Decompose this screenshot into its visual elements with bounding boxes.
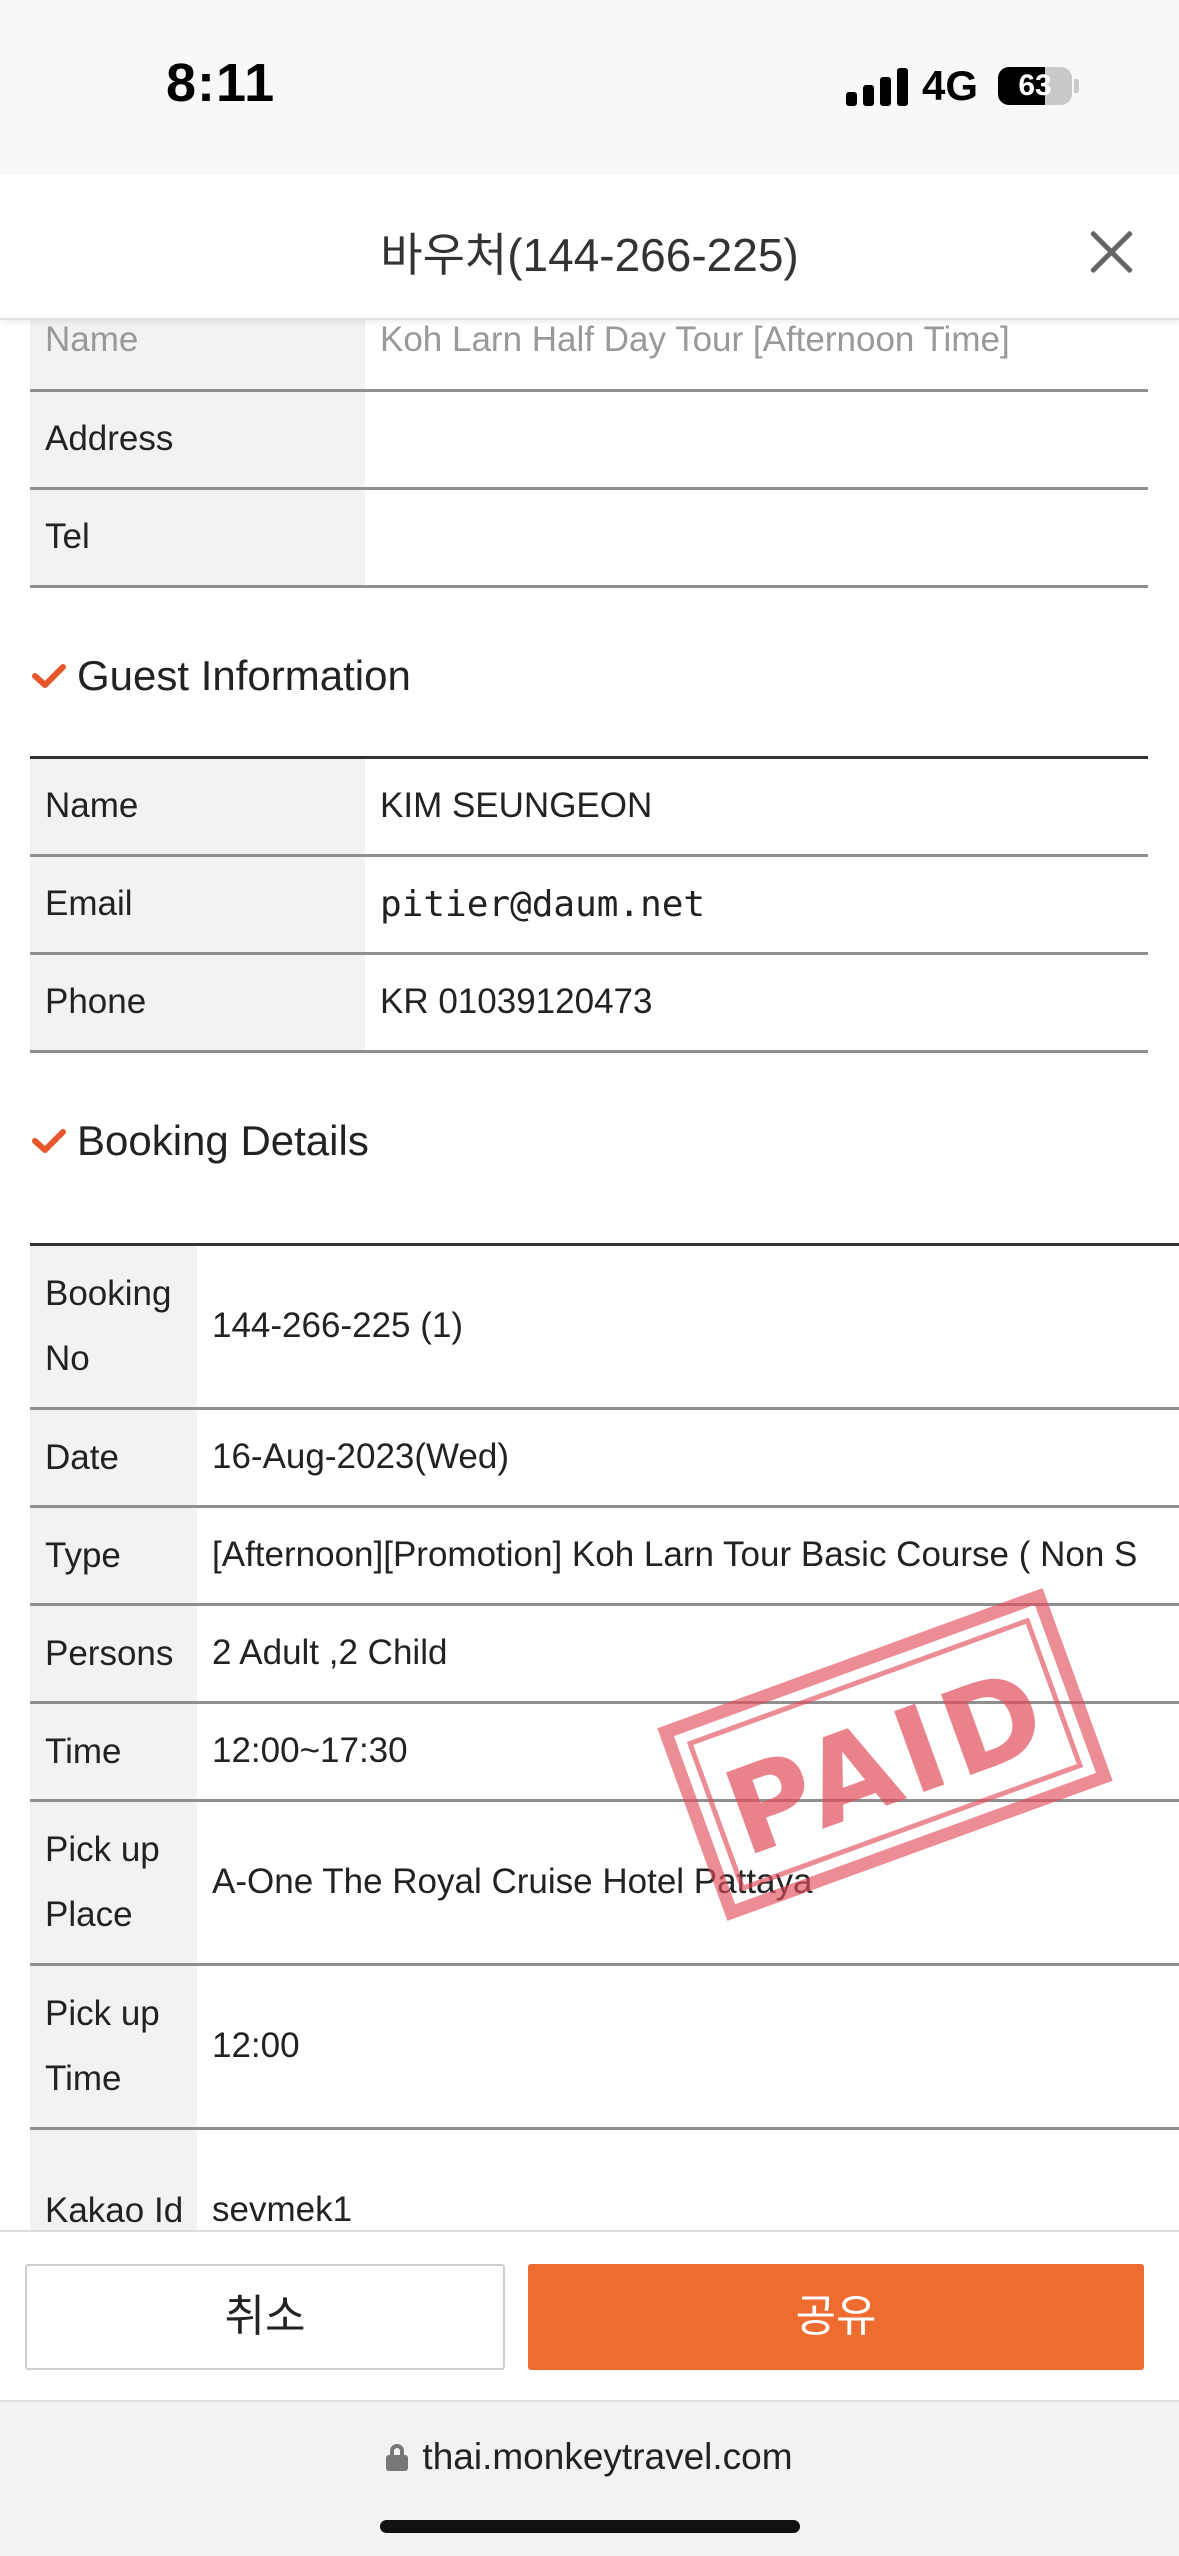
row-value: 12:00 — [197, 1964, 1179, 2130]
table-row: Date 16-Aug-2023(Wed) — [30, 1408, 1179, 1508]
table-row: Name KIM SEUNGEON — [30, 757, 1148, 857]
network-label: 4G — [922, 62, 979, 109]
booking-details-heading: Booking Details — [30, 1053, 1179, 1243]
row-value — [365, 488, 1148, 588]
modal-header: 바우처(144-266-225) — [0, 175, 1179, 320]
guest-info-heading: Guest Information — [30, 588, 1179, 756]
table-row: Pick up Time 12:00 — [30, 1964, 1179, 2130]
battery-icon: 63 — [998, 67, 1079, 105]
row-value: KIM SEUNGEON — [365, 757, 1148, 857]
table-row: Phone KR 01039120473 — [30, 953, 1148, 1053]
row-label: Pick up Place — [30, 1800, 197, 1966]
check-icon — [32, 1128, 66, 1153]
row-label: Kakao Id — [30, 2128, 197, 2230]
row-label: Booking No — [30, 1244, 197, 1410]
row-label: Pick up Time — [30, 1964, 197, 2130]
row-label: Name — [30, 320, 365, 392]
row-value: sevmek1 — [197, 2128, 1179, 2230]
table-row: Kakao Id sevmek1 — [30, 2128, 1179, 2230]
section-title: Booking Details — [77, 1116, 369, 1164]
table-row: Name Koh Larn Half Day Tour [Afternoon T… — [30, 320, 1148, 392]
row-label: Type — [30, 1506, 197, 1606]
row-label: Persons — [30, 1604, 197, 1704]
row-value: A-One The Royal Cruise Hotel Pattaya — [197, 1800, 1179, 1966]
close-icon[interactable] — [1082, 222, 1142, 282]
signal-icon — [846, 66, 908, 106]
table-row: Pick up Place A-One The Royal Cruise Hot… — [30, 1800, 1179, 1966]
table-row: Tel — [30, 488, 1148, 588]
lock-icon — [386, 2444, 409, 2471]
section-title: Guest Information — [77, 651, 411, 699]
table-row: Booking No 144-266-225 (1) — [30, 1244, 1179, 1410]
row-value — [365, 390, 1148, 490]
share-button[interactable]: 공유 — [528, 2264, 1144, 2370]
row-value: Koh Larn Half Day Tour [Afternoon Time] — [365, 320, 1148, 392]
row-value: 144-266-225 (1) — [197, 1244, 1179, 1410]
row-label: Date — [30, 1408, 197, 1508]
url-text: thai.monkeytravel.com — [422, 2436, 793, 2477]
battery-level: 63 — [1018, 69, 1052, 102]
row-value: KR 01039120473 — [365, 953, 1148, 1053]
home-indicator[interactable] — [380, 2520, 800, 2533]
email-value[interactable]: pitier@daum.net — [365, 855, 1148, 955]
row-label: Name — [30, 757, 365, 857]
guest-info-table: Name KIM SEUNGEON Email pitier@daum.net … — [30, 755, 1148, 1053]
row-label: Address — [30, 390, 365, 490]
table-row: Email pitier@daum.net — [30, 855, 1148, 955]
status-bar: 8:11 4G 63 — [0, 0, 1179, 175]
check-icon — [32, 663, 66, 688]
row-value: [Afternoon][Promotion] Koh Larn Tour Bas… — [197, 1506, 1179, 1606]
modal-title: 바우처(144-266-225) — [380, 229, 799, 281]
table-row: Address — [30, 390, 1148, 490]
cancel-button[interactable]: 취소 — [25, 2264, 505, 2370]
row-label: Time — [30, 1702, 197, 1802]
url-field[interactable]: thai.monkeytravel.com — [0, 2436, 1179, 2478]
row-label: Email — [30, 855, 365, 955]
voucher-content[interactable]: Name Koh Larn Half Day Tour [Afternoon T… — [0, 320, 1179, 2230]
table-row: Type [Afternoon][Promotion] Koh Larn Tou… — [30, 1506, 1179, 1606]
row-label: Tel — [30, 488, 365, 588]
status-time: 8:11 — [166, 53, 276, 113]
place-info-table: Name Koh Larn Half Day Tour [Afternoon T… — [30, 320, 1148, 588]
row-label: Phone — [30, 953, 365, 1053]
action-bar: 취소 공유 — [0, 2230, 1179, 2400]
row-value: 16-Aug-2023(Wed) — [197, 1408, 1179, 1508]
